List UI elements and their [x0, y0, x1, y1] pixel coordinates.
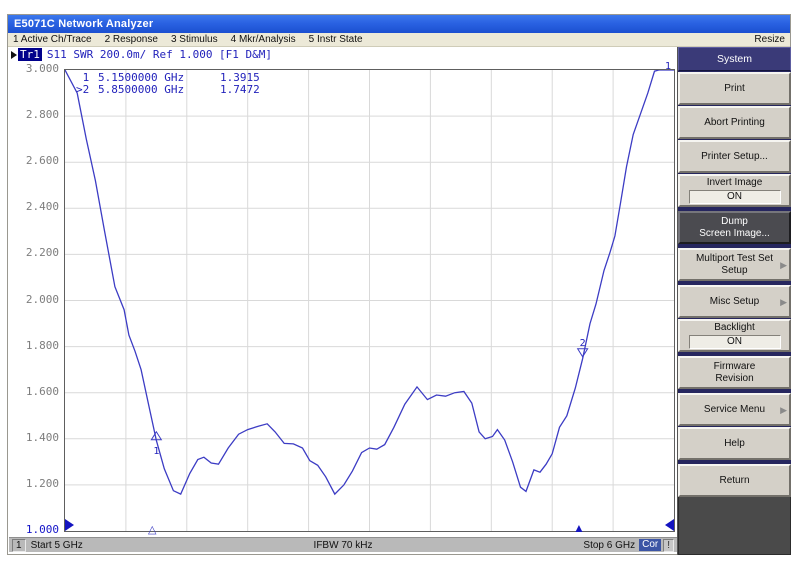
active-trace-pointer-icon	[11, 51, 17, 59]
y-axis-label: 2.400	[12, 200, 59, 213]
y-axis-label: 3.000	[12, 62, 59, 75]
y-axis-label: 2.600	[12, 154, 59, 167]
softkey-label: Backlight	[714, 322, 755, 334]
softkey-firmware-revision[interactable]: FirmwareRevision	[678, 356, 791, 389]
marker-readout-row: >25.8500000 GHz1.7472	[76, 84, 260, 96]
softkey-help[interactable]: Help	[678, 427, 791, 460]
plot-area[interactable]: 12	[64, 69, 675, 532]
softkey-invert-image[interactable]: Invert ImageON	[678, 174, 791, 207]
softkey-label: Return	[719, 475, 749, 487]
submenu-arrow-icon: ▶	[780, 404, 787, 416]
mk-val: 1.7472	[220, 84, 260, 96]
softkey-toggle-value: ON	[689, 190, 781, 204]
trace-end-label: 1	[665, 61, 671, 72]
softkey-misc-setup[interactable]: Misc Setup ▶	[678, 285, 791, 318]
trace-chart: 12	[65, 70, 674, 531]
mk-freq: 5.8500000 GHz	[98, 84, 220, 96]
menu-item-5[interactable]: 5 Instr State	[309, 34, 363, 45]
softkey-buttons: Print Abort Printing Printer Setup... Inver…	[678, 71, 791, 497]
y-axis-label: 1.200	[12, 477, 59, 490]
softkey-print[interactable]: Print	[678, 72, 791, 105]
y-axis-label: 1.600	[12, 385, 59, 398]
softkey-label: Print	[724, 83, 745, 95]
marker1-stimulus-icon[interactable]: △	[148, 523, 156, 536]
softkey-label: Multiport Test Set	[696, 253, 773, 265]
y-axis-label: 2.200	[12, 246, 59, 259]
softkey-label: Dump	[721, 216, 748, 228]
menu-item-2[interactable]: 2 Response	[105, 34, 158, 45]
softkey-label: Abort Printing	[704, 117, 765, 129]
mk-id: >2	[76, 84, 98, 96]
softkey-menu-title: System	[678, 47, 791, 71]
softkey-printer-setup[interactable]: Printer Setup...	[678, 140, 791, 173]
status-right: Stop 6 GHz Cor !	[453, 539, 674, 552]
softkey-label: Printer Setup...	[701, 151, 768, 163]
y-axis-label: 1.000	[12, 523, 59, 536]
reference-level-arrow-icon[interactable]	[65, 519, 74, 531]
stop-frequency-label: Stop 6 GHz	[583, 540, 635, 551]
resize-button[interactable]: Resize	[754, 34, 785, 45]
svg-text:1: 1	[153, 446, 159, 457]
alert-indicator: !	[663, 539, 674, 552]
softkey-toggle-value: ON	[689, 335, 781, 349]
softkey-label: Misc Setup	[710, 296, 759, 308]
menu-items: 1 Active Ch/Trace 2 Response 3 Stimulus 4 M…	[13, 34, 363, 45]
svg-text:2: 2	[580, 338, 586, 349]
softkey-label: Help	[724, 438, 745, 450]
y-axis-label: 1.800	[12, 339, 59, 352]
softkey-label: Revision	[715, 373, 753, 385]
y-axis-label: 2.800	[12, 108, 59, 121]
softkey-dump-screen-image[interactable]: DumpScreen Image...	[678, 211, 791, 244]
softkey-multiport-test-set-setup[interactable]: Multiport Test SetSetup ▶	[678, 248, 791, 281]
menu-item-4[interactable]: 4 Mkr/Analysis	[231, 34, 296, 45]
softkey-abort-printing[interactable]: Abort Printing	[678, 106, 791, 139]
status-bar: 1 Start 5 GHz IFBW 70 kHz Stop 6 GHz Cor…	[9, 537, 677, 552]
marker-readout: 15.1500000 GHz1.3915>25.8500000 GHz1.747…	[76, 72, 260, 96]
window-title: E5071C Network Analyzer	[14, 18, 153, 30]
softkey-sidebar: System Print Abort Printing Printer Setup.…	[677, 47, 791, 555]
start-frequency-label: Start 5 GHz	[31, 540, 83, 551]
softkey-service-menu[interactable]: Service Menu ▶	[678, 393, 791, 426]
menu-bar: 1 Active Ch/Trace 2 Response 3 Stimulus 4 M…	[8, 33, 790, 47]
ifbw-label: IFBW 70 kHz	[314, 540, 373, 551]
analyzer-window: E5071C Network Analyzer 1 Active Ch/Trac…	[7, 14, 791, 555]
softkey-label: Screen Image...	[699, 228, 770, 240]
submenu-arrow-icon: ▶	[780, 259, 787, 271]
marker2-stimulus-icon[interactable]: ▲	[573, 521, 585, 535]
softkey-return[interactable]: Return	[678, 464, 791, 497]
sidebar-filler	[678, 497, 791, 555]
status-left: 1 Start 5 GHz	[12, 539, 233, 552]
trace-info[interactable]: Tr1 S11 SWR 200.0m/ Ref 1.000 [F1 D&M]	[11, 48, 272, 61]
y-axis-label: 1.400	[12, 431, 59, 444]
softkey-label: Service Menu	[704, 404, 765, 416]
correction-status-badge: Cor	[639, 539, 661, 551]
channel-number-box: 1	[12, 539, 26, 552]
softkey-label: Invert Image	[707, 177, 763, 189]
trace-format-text: S11 SWR 200.0m/ Ref 1.000 [F1 D&M]	[47, 48, 272, 61]
screen: E5071C Network Analyzer 1 Active Ch/Trac…	[0, 0, 800, 567]
sweep-end-arrow-icon	[665, 519, 674, 531]
submenu-arrow-icon: ▶	[780, 296, 787, 308]
title-bar: E5071C Network Analyzer	[8, 15, 790, 33]
menu-item-1[interactable]: 1 Active Ch/Trace	[13, 34, 92, 45]
trace-name: Tr1	[18, 48, 42, 61]
softkey-label: Setup	[721, 265, 747, 277]
y-axis-label: 2.000	[12, 293, 59, 306]
softkey-label: Firmware	[714, 361, 756, 373]
status-center: IFBW 70 kHz	[233, 540, 454, 551]
menu-item-3[interactable]: 3 Stimulus	[171, 34, 218, 45]
softkey-backlight[interactable]: BacklightON	[678, 319, 791, 352]
